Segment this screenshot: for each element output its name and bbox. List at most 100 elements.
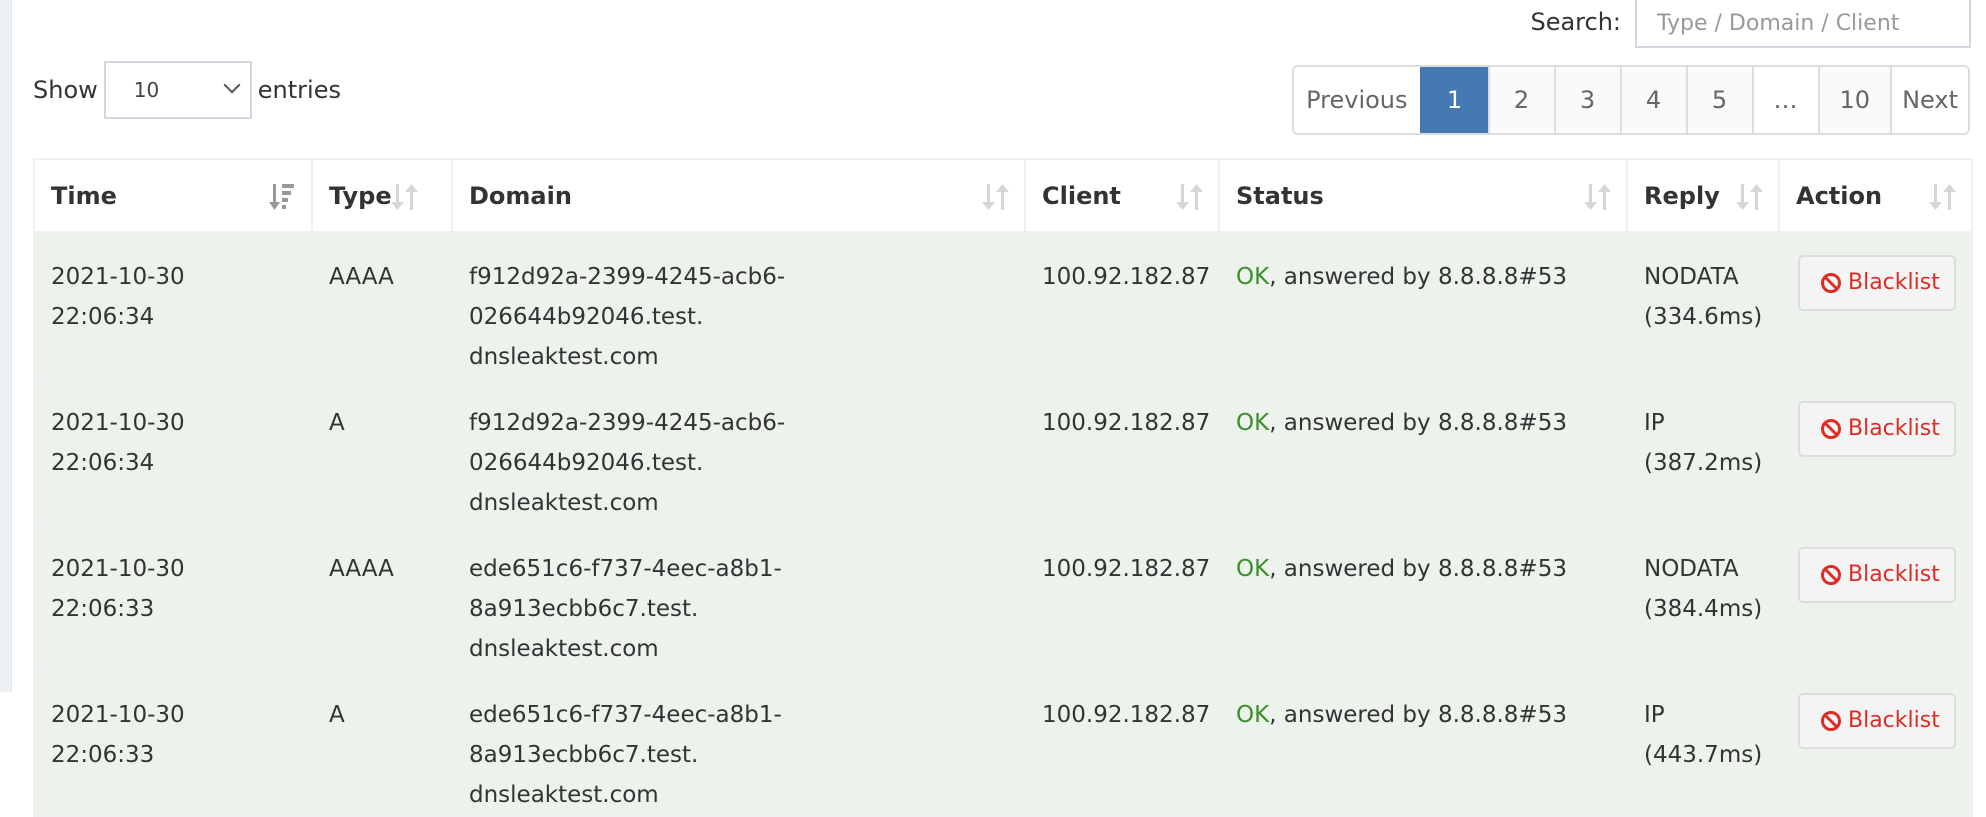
cell-reply: NODATA (334.6ms) [1626,231,1780,379]
sort-both-icon [1736,184,1763,210]
blacklist-button[interactable]: Blacklist [1798,401,1956,457]
table-row: 2021-10-30 22:06:34 A f912d92a-2399-4245… [33,377,1973,525]
entries-select-value: 10 [133,78,160,102]
table-row: 2021-10-30 22:06:34 AAAA f912d92a-2399-4… [33,231,1973,379]
cell-type: A [311,377,453,525]
ban-icon [1821,273,1841,293]
column-header-label: Reply [1644,181,1720,210]
column-header-domain[interactable]: Domain [451,158,1026,233]
cell-client: 100.92.182.87 [1024,231,1220,379]
column-header-label: Type [329,181,392,210]
sidebar-edge [0,0,12,692]
sort-both-icon [1176,184,1203,210]
status-ok: OK [1236,702,1270,728]
cell-reply: NODATA (384.4ms) [1626,523,1780,671]
sort-both-icon [391,184,418,210]
status-detail: , answered by 8.8.8.8#53 [1269,556,1567,582]
domain-line-2: dnsleaktest.com [469,636,659,662]
domain-line-2: dnsleaktest.com [469,344,659,370]
sort-both-icon [1584,184,1611,210]
cell-domain: ede651c6-f737-4eec-a8b1-8a913ecbb6c7.tes… [451,523,1026,671]
column-header-label: Status [1236,181,1324,210]
reply-type: NODATA [1644,264,1739,290]
cell-client: 100.92.182.87 [1024,523,1220,671]
sort-both-icon [982,184,1009,210]
pagination-ellipsis: … [1751,67,1818,133]
pagination-next[interactable]: Next [1890,67,1968,133]
column-header-label: Time [51,181,117,210]
reply-time: (384.4ms) [1644,596,1763,622]
domain-line-2: dnsleaktest.com [469,782,659,808]
search-input[interactable]: Type / Domain / Client [1635,0,1971,48]
cell-action: Blacklist [1778,377,1973,525]
pagination-page-1[interactable]: 1 [1419,67,1488,133]
status-ok: OK [1236,556,1270,582]
pagination-page-5[interactable]: 5 [1685,67,1752,133]
pagination-page-10[interactable]: 10 [1817,67,1891,133]
reply-time: (334.6ms) [1644,304,1763,330]
search-label: Search: [1530,8,1621,36]
cell-status: OK, answered by 8.8.8.8#53 [1218,523,1628,671]
status-ok: OK [1236,410,1270,436]
column-header-action[interactable]: Action [1778,158,1973,233]
column-header-label: Domain [469,181,572,210]
column-header-time[interactable]: Time [33,158,313,233]
pagination-previous[interactable]: Previous [1294,67,1420,133]
domain-line-1: f912d92a-2399-4245-acb6-026644b92046.tes… [469,264,786,330]
domain-line-1: f912d92a-2399-4245-acb6-026644b92046.tes… [469,410,786,476]
pagination-page-4[interactable]: 4 [1619,67,1686,133]
cell-action: Blacklist [1778,523,1973,671]
ban-icon [1821,419,1841,439]
pagination: Previous 1 2 3 4 5 … 10 Next [1292,65,1970,135]
cell-type: AAAA [311,523,453,671]
ban-icon [1821,565,1841,585]
entries-select[interactable]: 10 [103,61,252,119]
blacklist-label: Blacklist [1848,416,1940,441]
show-label: Show [33,76,98,104]
table-row: 2021-10-30 22:06:33 AAAA ede651c6-f737-4… [33,523,1973,671]
column-header-reply[interactable]: Reply [1626,158,1780,233]
domain-line-1: ede651c6-f737-4eec-a8b1-8a913ecbb6c7.tes… [469,702,782,768]
cell-status: OK, answered by 8.8.8.8#53 [1218,231,1628,379]
cell-time: 2021-10-30 22:06:34 [33,377,313,525]
blacklist-button[interactable]: Blacklist [1798,255,1956,311]
page-length-control: Show 10 entries [33,61,341,119]
cell-domain: f912d92a-2399-4245-acb6-026644b92046.tes… [451,231,1026,379]
search-placeholder: Type / Domain / Client [1657,10,1900,36]
blacklist-label: Blacklist [1848,708,1940,733]
pagination-page-2[interactable]: 2 [1487,67,1554,133]
reply-type: IP [1644,702,1665,728]
search-filter: Search: Type / Domain / Client [1530,0,1971,48]
column-header-label: Client [1042,181,1121,210]
table-header-row: Time Type Domain Client Status Reply Act… [33,158,1973,233]
reply-type: NODATA [1644,556,1739,582]
query-log-table: Time Type Domain Client Status Reply Act… [33,158,1973,817]
blacklist-label: Blacklist [1848,270,1940,295]
status-detail: , answered by 8.8.8.8#53 [1269,264,1567,290]
cell-time: 2021-10-30 22:06:34 [33,231,313,379]
blacklist-button[interactable]: Blacklist [1798,547,1956,603]
blacklist-label: Blacklist [1848,562,1940,587]
sort-both-icon [1929,184,1956,210]
status-detail: , answered by 8.8.8.8#53 [1269,410,1567,436]
ban-icon [1821,711,1841,731]
chevron-down-icon [223,76,241,94]
status-ok: OK [1236,264,1270,290]
entries-label: entries [257,76,341,104]
cell-action: Blacklist [1778,231,1973,379]
domain-line-2: dnsleaktest.com [469,490,659,516]
pagination-page-3[interactable]: 3 [1553,67,1620,133]
cell-client: 100.92.182.87 [1024,377,1220,525]
domain-line-1: ede651c6-f737-4eec-a8b1-8a913ecbb6c7.tes… [469,556,782,622]
reply-time: (443.7ms) [1644,742,1763,768]
cell-domain: f912d92a-2399-4245-acb6-026644b92046.tes… [451,377,1026,525]
column-header-client[interactable]: Client [1024,158,1220,233]
reply-type: IP [1644,410,1665,436]
blacklist-button[interactable]: Blacklist [1798,693,1956,749]
column-header-status[interactable]: Status [1218,158,1628,233]
cell-reply: IP (387.2ms) [1626,377,1780,525]
cell-time: 2021-10-30 22:06:33 [33,523,313,671]
reply-time: (387.2ms) [1644,450,1763,476]
column-header-type[interactable]: Type [311,158,453,233]
cell-type: AAAA [311,231,453,379]
